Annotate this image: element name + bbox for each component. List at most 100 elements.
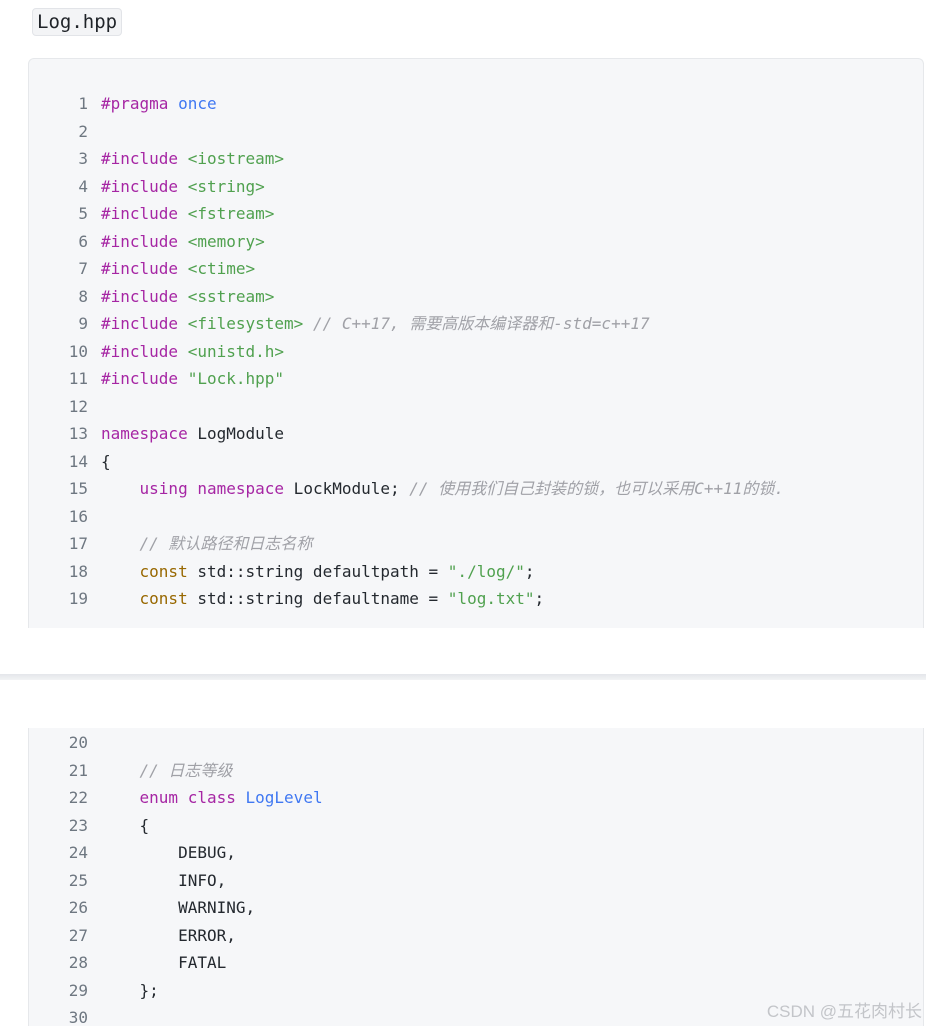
code-text: #include <fstream> [101, 200, 274, 228]
code-token: namespace [197, 479, 285, 498]
code-token: <filesystem> [187, 314, 304, 333]
code-line: 2 [29, 118, 923, 146]
line-number: 20 [68, 733, 88, 752]
csdn-watermark: CSDN @五花肉村长 [766, 1002, 922, 1021]
code-text: #pragma once [101, 90, 217, 118]
code-line: 22 enum class LogLevel [29, 784, 923, 812]
line-number: 3 [78, 149, 88, 168]
line-number: 10 [68, 341, 88, 361]
code-token: #include [101, 204, 179, 223]
code-token: WARNING, [178, 898, 256, 917]
code-block-bottom: 20 21 // 日志等级 22 enum class LogLevel 23 {24… [28, 728, 924, 1026]
code-text: #include <iostream> [101, 145, 284, 173]
code-text: ERROR, [101, 922, 236, 950]
code-token: FATAL [178, 953, 227, 972]
code-line: 20 [29, 729, 923, 757]
line-number: 22 [68, 788, 88, 807]
code-token: enum [139, 788, 179, 807]
code-token: #include [101, 149, 179, 168]
code-token: // 使用我们自己封装的锁，也可以采用C++11的锁. [409, 479, 784, 498]
code-line: 18 const std::string defaultpath = "./lo… [29, 558, 923, 586]
line-number: 2 [78, 121, 88, 141]
code-token: #pragma [101, 94, 169, 113]
line-number: 13 [68, 424, 88, 443]
code-token: <memory> [187, 231, 265, 251]
code-line: 4 #include <string> [29, 173, 923, 201]
line-number: 7 [78, 259, 88, 278]
code-text: // 默认路径和日志名称 [101, 530, 313, 558]
line-number: 6 [78, 231, 88, 251]
code-text: #include <ctime> [101, 255, 255, 283]
code-token: LogModule [187, 424, 285, 443]
code-line: 27 ERROR, [29, 922, 923, 950]
code-text: #include <unistd.h> [101, 338, 284, 366]
code-line: 9 #include <filesystem> // C++17, 需要高版本编译… [29, 310, 923, 338]
code-line: 5 #include <fstream> [29, 200, 923, 228]
code-token: }; [139, 980, 159, 1000]
line-number: 16 [68, 506, 88, 526]
code-token: #include [101, 176, 179, 196]
code-text: #include "Lock.hpp" [101, 365, 284, 393]
line-number: 28 [68, 953, 88, 972]
code-token: #include [101, 286, 179, 306]
line-number: 14 [68, 451, 88, 471]
code-token: "log.txt" [447, 589, 535, 608]
code-text: enum class LogLevel [101, 784, 323, 812]
code-line: 14 { [29, 448, 923, 476]
line-number: 23 [68, 815, 88, 835]
code-token: ; [524, 561, 535, 581]
code-line: 8 #include <sstream> [29, 283, 923, 311]
line-number: 30 [68, 1008, 88, 1026]
code-line: 11 #include "Lock.hpp" [29, 365, 923, 393]
code-token: #include [101, 231, 179, 251]
code-text: #include <memory> [101, 228, 265, 256]
code-text: const std::string defaultpath = "./log/"… [101, 558, 535, 586]
code-text: WARNING, [101, 894, 255, 922]
code-line: 10 #include <unistd.h> [29, 338, 923, 366]
line-number: 12 [68, 396, 88, 416]
code-token: <ctime> [187, 259, 256, 278]
code-token: #include [101, 259, 179, 278]
code-token: // 默认路径和日志名称 [139, 534, 313, 553]
code-text: namespace LogModule [101, 420, 284, 448]
page-divider [0, 674, 926, 680]
code-token: ; [534, 589, 545, 608]
code-token: LogLevel [245, 788, 323, 807]
code-token: std::string defaultname = [187, 589, 448, 608]
code-line: 12 [29, 393, 923, 421]
code-text: FATAL [101, 949, 226, 977]
code-token: std::string defaultpath = [187, 561, 448, 581]
line-number: 4 [78, 176, 88, 196]
code-token: <unistd.h> [187, 341, 285, 361]
line-number: 1 [78, 94, 88, 113]
code-token: "./log/" [447, 561, 525, 581]
line-number: 29 [68, 980, 88, 1000]
code-line: 1 #pragma once [29, 90, 923, 118]
code-line: 7 #include <ctime> [29, 255, 923, 283]
code-line: 24 DEBUG, [29, 839, 923, 867]
code-token: <iostream> [187, 149, 285, 168]
code-text: #include <string> [101, 173, 265, 201]
code-token: #include [101, 341, 179, 361]
code-text: { [101, 812, 150, 840]
code-text: DEBUG, [101, 839, 236, 867]
code-token: DEBUG, [178, 843, 236, 862]
code-line: 13 namespace LogModule [29, 420, 923, 448]
code-text: { [101, 448, 111, 476]
code-token: <sstream> [187, 286, 275, 306]
code-token: namespace [101, 424, 188, 443]
code-line: 19 const std::string defaultname = "log.… [29, 585, 923, 613]
code-line: 21 // 日志等级 [29, 757, 923, 785]
line-number: 15 [68, 479, 88, 498]
